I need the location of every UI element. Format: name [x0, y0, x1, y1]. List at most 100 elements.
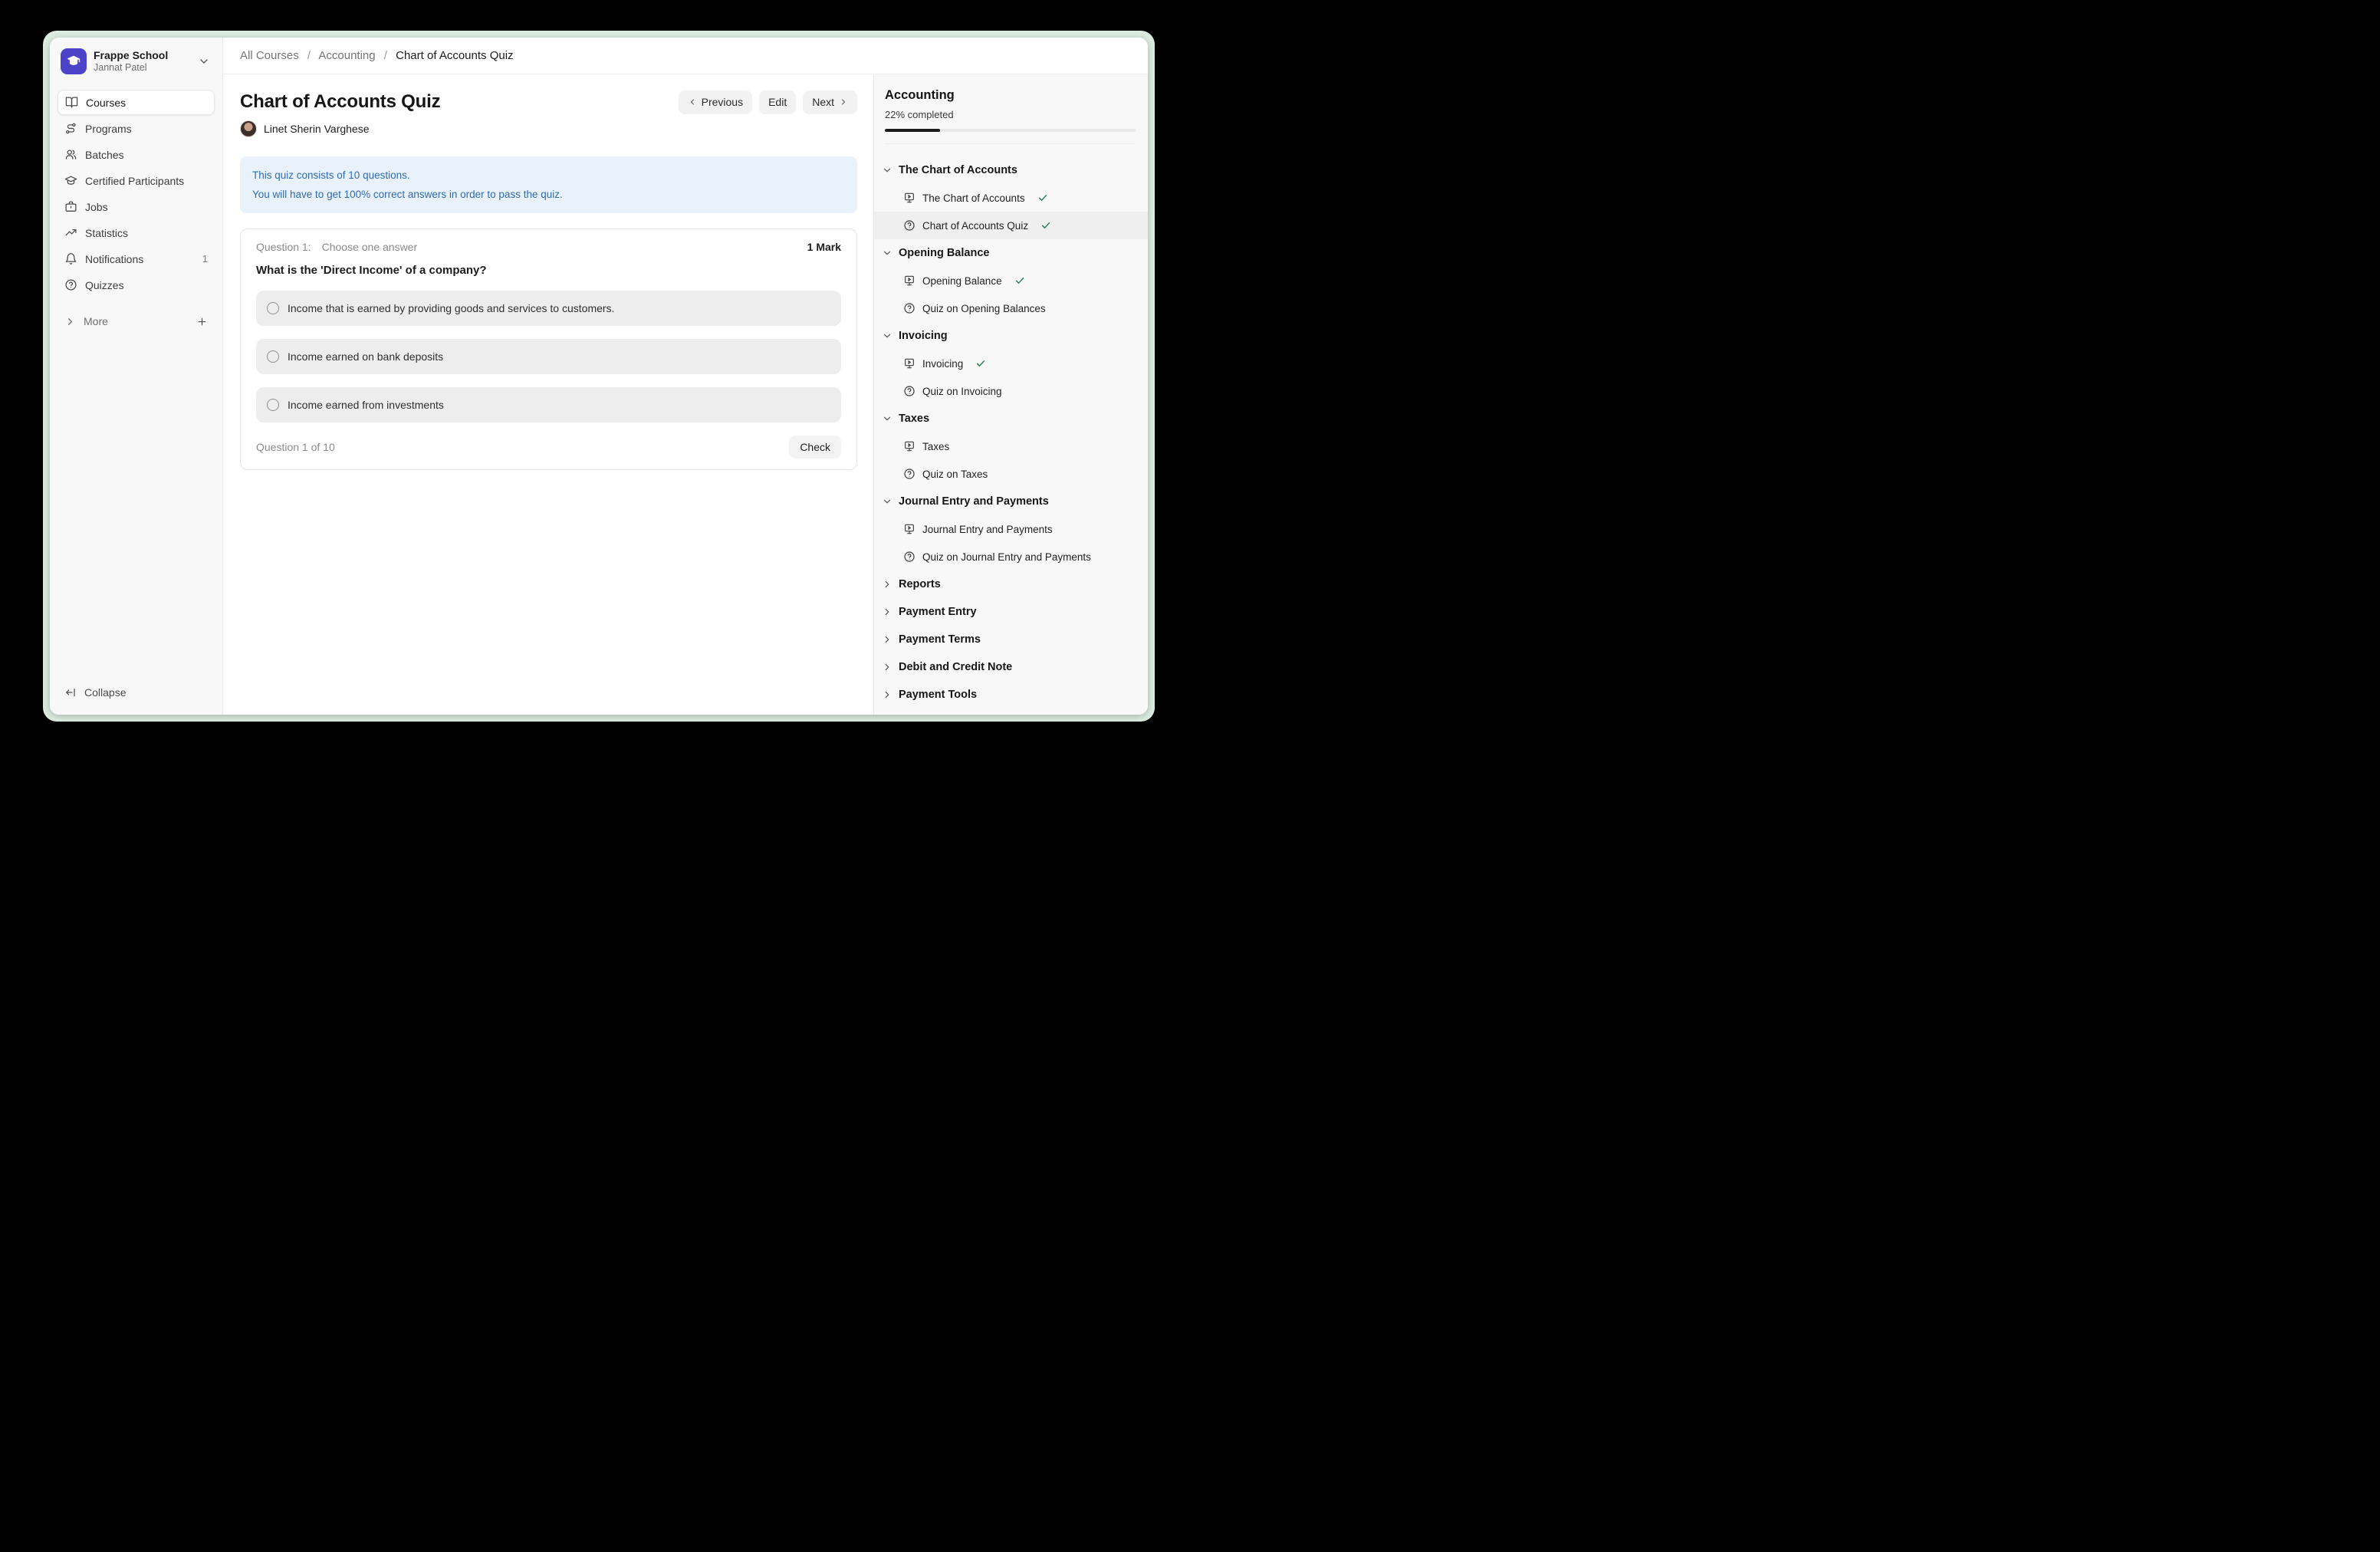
collapse-sidebar-button[interactable]: Collapse: [58, 681, 215, 704]
lesson-quiz-on-taxes[interactable]: Quiz on Taxes: [874, 460, 1148, 488]
chevron-right-icon: [882, 607, 893, 617]
question-instruction: Choose one answer: [322, 241, 418, 253]
sidebar-item-label: Programs: [85, 123, 132, 135]
section-journal-entry-and-payments[interactable]: Journal Entry and Payments: [874, 488, 1148, 515]
section-opening-balance[interactable]: Opening Balance: [874, 239, 1148, 267]
section-title: Invoicing: [899, 330, 948, 342]
quiz-main: Chart of Accounts Quiz Previous Edit Nex…: [223, 74, 873, 715]
section-the-chart-of-accounts[interactable]: The Chart of Accounts: [874, 156, 1148, 184]
lesson-quiz-on-journal-entry-and-payments[interactable]: Quiz on Journal Entry and Payments: [874, 543, 1148, 570]
briefcase-icon: [64, 200, 77, 213]
breadcrumb-accounting[interactable]: Accounting: [318, 49, 375, 62]
lesson-taxes[interactable]: Taxes: [874, 432, 1148, 460]
edit-button[interactable]: Edit: [759, 90, 796, 114]
workspace-switcher[interactable]: Frappe School Jannat Patel: [61, 48, 210, 74]
quiz-instructions-banner: This quiz consists of 10 questions. You …: [240, 156, 857, 213]
completed-check-icon: [1014, 275, 1025, 286]
sidebar-item-quizzes[interactable]: Quizzes: [58, 272, 215, 298]
question-number-label: Question 1:: [256, 241, 311, 253]
answer-option-label: Income earned on bank deposits: [288, 350, 443, 363]
radio-button[interactable]: [267, 302, 279, 314]
sidebar-more-toggle[interactable]: More: [58, 309, 215, 334]
section-payment-tools[interactable]: Payment Tools: [874, 681, 1148, 709]
lesson-chart-of-accounts-quiz[interactable]: Chart of Accounts Quiz: [874, 212, 1148, 239]
section-title: Payment Terms: [899, 633, 981, 646]
section-title: Reports: [899, 578, 941, 590]
sidebar-item-certified-participants[interactable]: Certified Participants: [58, 168, 215, 193]
section-debit-and-credit-note[interactable]: Debit and Credit Note: [874, 653, 1148, 681]
chevron-right-icon: [882, 689, 893, 700]
completed-check-icon: [1040, 220, 1051, 231]
lesson-quiz-on-invoicing[interactable]: Quiz on Invoicing: [874, 377, 1148, 405]
lesson-journal-entry-and-payments[interactable]: Journal Entry and Payments: [874, 515, 1148, 543]
section-title: The Chart of Accounts: [899, 164, 1017, 176]
graduation-cap-icon: [64, 174, 77, 187]
sidebar-item-statistics[interactable]: Statistics: [58, 220, 215, 245]
chevron-right-icon: [882, 634, 893, 645]
lesson-icon: [903, 192, 916, 204]
sidebar-item-label: Courses: [86, 97, 126, 109]
route-icon: [64, 122, 77, 135]
app-frame: Frappe School Jannat Patel Courses Progr…: [43, 31, 1155, 722]
lesson-opening-balance[interactable]: Opening Balance: [874, 267, 1148, 294]
answer-option-label: Income earned from investments: [288, 399, 444, 411]
sidebar-item-batches[interactable]: Batches: [58, 142, 215, 167]
edit-label: Edit: [768, 96, 787, 108]
section-title: Journal Entry and Payments: [899, 495, 1049, 508]
sidebar-item-notifications[interactable]: Notifications 1: [58, 246, 215, 271]
answer-option-label: Income that is earned by providing goods…: [288, 302, 614, 314]
more-label: More: [84, 315, 108, 327]
section-payment-entry[interactable]: Payment Entry: [874, 598, 1148, 626]
previous-button[interactable]: Previous: [679, 90, 752, 114]
lesson-the-chart-of-accounts[interactable]: The Chart of Accounts: [874, 184, 1148, 212]
next-button[interactable]: Next: [803, 90, 857, 114]
chevron-down-icon: [882, 330, 893, 341]
page-title: Chart of Accounts Quiz: [240, 90, 440, 114]
course-progress-bar: [885, 129, 1136, 132]
lesson-quiz-on-opening-balances[interactable]: Quiz on Opening Balances: [874, 294, 1148, 322]
section-taxes[interactable]: Taxes: [874, 405, 1148, 432]
section-payment-terms[interactable]: Payment Terms: [874, 626, 1148, 653]
sidebar-item-programs[interactable]: Programs: [58, 116, 215, 141]
lesson-label: Quiz on Taxes: [922, 469, 988, 480]
plus-icon[interactable]: [196, 316, 208, 327]
lesson-label: Invoicing: [922, 358, 963, 370]
course-progress-label: 22% completed: [885, 109, 1136, 120]
lesson-label: Taxes: [922, 441, 949, 452]
breadcrumb-separator: /: [307, 49, 311, 62]
lesson-icon: [903, 523, 916, 535]
radio-button[interactable]: [267, 350, 279, 363]
lesson-label: Journal Entry and Payments: [922, 524, 1053, 535]
help-circle-icon: [64, 278, 77, 291]
chevron-right-icon: [64, 316, 76, 327]
top-bar: All Courses / Accounting / Chart of Acco…: [223, 38, 1148, 74]
sidebar-item-label: Quizzes: [85, 279, 124, 291]
answer-option-2[interactable]: Income earned on bank deposits: [256, 339, 841, 374]
instruction-line: You will have to get 100% correct answer…: [252, 188, 845, 201]
lesson-invoicing[interactable]: Invoicing: [874, 350, 1148, 377]
sidebar-item-jobs[interactable]: Jobs: [58, 194, 215, 219]
section-reports[interactable]: Reports: [874, 570, 1148, 598]
section-title: Debit and Credit Note: [899, 661, 1012, 673]
answer-option-3[interactable]: Income earned from investments: [256, 387, 841, 423]
quiz-toolbar: Previous Edit Next: [679, 90, 857, 114]
quiz-icon: [903, 551, 916, 563]
sidebar-item-courses[interactable]: Courses: [58, 90, 215, 115]
lesson-icon: [903, 440, 916, 452]
answer-option-1[interactable]: Income that is earned by providing goods…: [256, 291, 841, 326]
section-invoicing[interactable]: Invoicing: [874, 322, 1148, 350]
left-sidebar: Frappe School Jannat Patel Courses Progr…: [50, 38, 223, 715]
sidebar-item-label: Notifications: [85, 253, 143, 265]
instruction-line: This quiz consists of 10 questions.: [252, 169, 845, 182]
lesson-label: Quiz on Invoicing: [922, 386, 1002, 397]
previous-label: Previous: [702, 96, 743, 108]
quiz-icon: [903, 219, 916, 232]
chevron-right-icon: [882, 579, 893, 590]
book-open-icon: [65, 96, 78, 109]
completed-check-icon: [1037, 192, 1048, 203]
check-button[interactable]: Check: [789, 436, 841, 459]
breadcrumb-all-courses[interactable]: All Courses: [240, 49, 299, 62]
sidebar-item-label: Jobs: [85, 201, 108, 213]
current-user: Jannat Patel: [94, 62, 168, 74]
radio-button[interactable]: [267, 399, 279, 411]
